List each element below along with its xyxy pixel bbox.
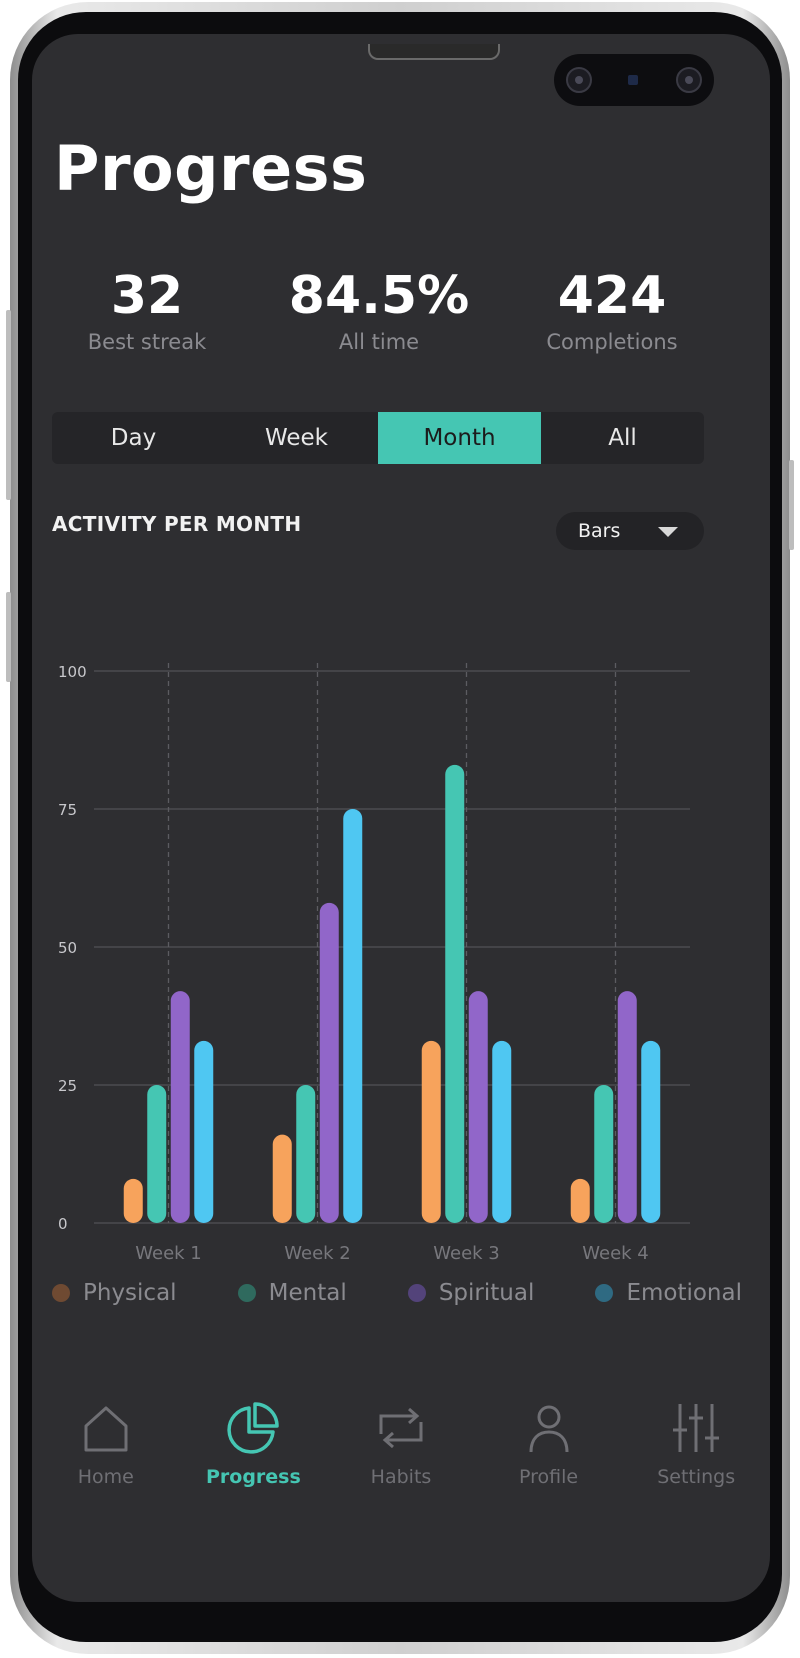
bottom-tab-bar: Home Progress Habits Profile Settings (32, 1392, 770, 1502)
page-title: Progress (54, 132, 368, 205)
legend-dot-icon (407, 1284, 426, 1302)
period-segmented-control: Day Week Month All (52, 412, 704, 464)
home-icon (84, 1406, 128, 1452)
stat-value: 424 (557, 266, 667, 326)
bar-mental (445, 764, 465, 1223)
chart-legend: Physical Mental Spiritual Emotional (52, 1280, 742, 1306)
segment-week[interactable]: Week (215, 412, 378, 464)
tab-label: Habits (370, 1466, 432, 1488)
tab-label: Settings (657, 1466, 736, 1488)
bar-spiritual (617, 991, 637, 1223)
bar-physical (123, 1178, 143, 1223)
tab-profile[interactable]: Profile (475, 1392, 623, 1502)
stat-value: 84.5% (288, 266, 470, 326)
legend-label: Physical (83, 1280, 177, 1306)
bar-spiritual (319, 902, 339, 1223)
legend-label: Mental (268, 1280, 347, 1306)
legend-label: Emotional (626, 1280, 742, 1306)
stat-value: 32 (110, 266, 184, 326)
front-camera-2-icon (676, 67, 702, 93)
bar-mental (594, 1085, 614, 1223)
bar-spiritual (468, 991, 488, 1223)
front-camera-icon (566, 67, 592, 93)
bar-emotional (343, 809, 363, 1223)
tab-habits[interactable]: Habits (327, 1392, 475, 1502)
camera-cutout (554, 54, 714, 106)
legend-item-mental: Mental (237, 1280, 347, 1306)
power-button (789, 460, 794, 550)
legend-item-emotional: Emotional (595, 1280, 742, 1306)
y-tick-label: 50 (58, 939, 77, 957)
y-tick-label: 75 (58, 801, 77, 819)
stat-label: Completions (546, 330, 678, 354)
stat-completions: 424 Completions (497, 266, 727, 354)
legend-dot-icon (52, 1284, 70, 1302)
x-tick-label: Week 1 (135, 1243, 202, 1264)
chart-type-dropdown[interactable]: Bars (556, 512, 704, 550)
legend-dot-icon (237, 1284, 256, 1302)
segment-month[interactable]: Month (378, 412, 541, 464)
sliders-icon (673, 1404, 720, 1452)
app-screen: Progress 32 Best streak 84.5% All time 4… (32, 34, 770, 1602)
bar-emotional (492, 1040, 512, 1223)
y-tick-label: 0 (58, 1215, 68, 1233)
bar-physical (570, 1178, 590, 1223)
chart-section-title: ACTIVITY PER MONTH (52, 512, 302, 536)
repeat-icon (379, 1407, 423, 1449)
dropdown-selected-value: Bars (578, 520, 621, 542)
tab-label: Progress (205, 1466, 301, 1488)
stat-label: All time (338, 330, 420, 354)
legend-item-spiritual: Spiritual (407, 1280, 535, 1306)
x-tick-label: Week 4 (582, 1243, 649, 1264)
volume-button (6, 310, 11, 500)
stat-label: Best streak (87, 330, 207, 354)
bar-emotional (641, 1040, 661, 1223)
segment-all[interactable]: All (541, 412, 704, 464)
bar-physical (421, 1040, 441, 1223)
user-icon (529, 1405, 569, 1453)
bar-spiritual (170, 991, 190, 1223)
earpiece-speaker (368, 44, 500, 60)
activity-bar-chart: 0 25 50 75 100 Week 1 Week 2 Week 3 Week 4 (58, 663, 690, 1264)
tab-progress[interactable]: Progress (180, 1392, 328, 1502)
tab-settings[interactable]: Settings (622, 1392, 770, 1502)
y-tick-label: 100 (58, 663, 87, 681)
y-tick-label: 25 (58, 1077, 77, 1095)
x-tick-label: Week 2 (284, 1243, 351, 1264)
legend-dot-icon (595, 1284, 614, 1302)
legend-item-physical: Physical (52, 1280, 177, 1306)
stat-best-streak: 32 Best streak (32, 266, 262, 354)
stat-all-time: 84.5% All time (264, 266, 494, 354)
bar-mental (147, 1085, 167, 1223)
tab-label: Home (77, 1466, 134, 1488)
tab-home[interactable]: Home (32, 1392, 180, 1502)
sensor-icon (628, 75, 638, 85)
bixby-button (6, 592, 11, 682)
legend-label: Spiritual (438, 1280, 535, 1306)
bar-mental (296, 1085, 316, 1223)
bar-emotional (194, 1040, 214, 1223)
tab-label: Profile (519, 1466, 579, 1488)
caret-down-icon (658, 527, 678, 537)
segment-day[interactable]: Day (52, 412, 215, 464)
x-tick-label: Week 3 (433, 1243, 500, 1264)
pie-chart-icon (227, 1402, 280, 1454)
bar-physical (272, 1134, 292, 1223)
